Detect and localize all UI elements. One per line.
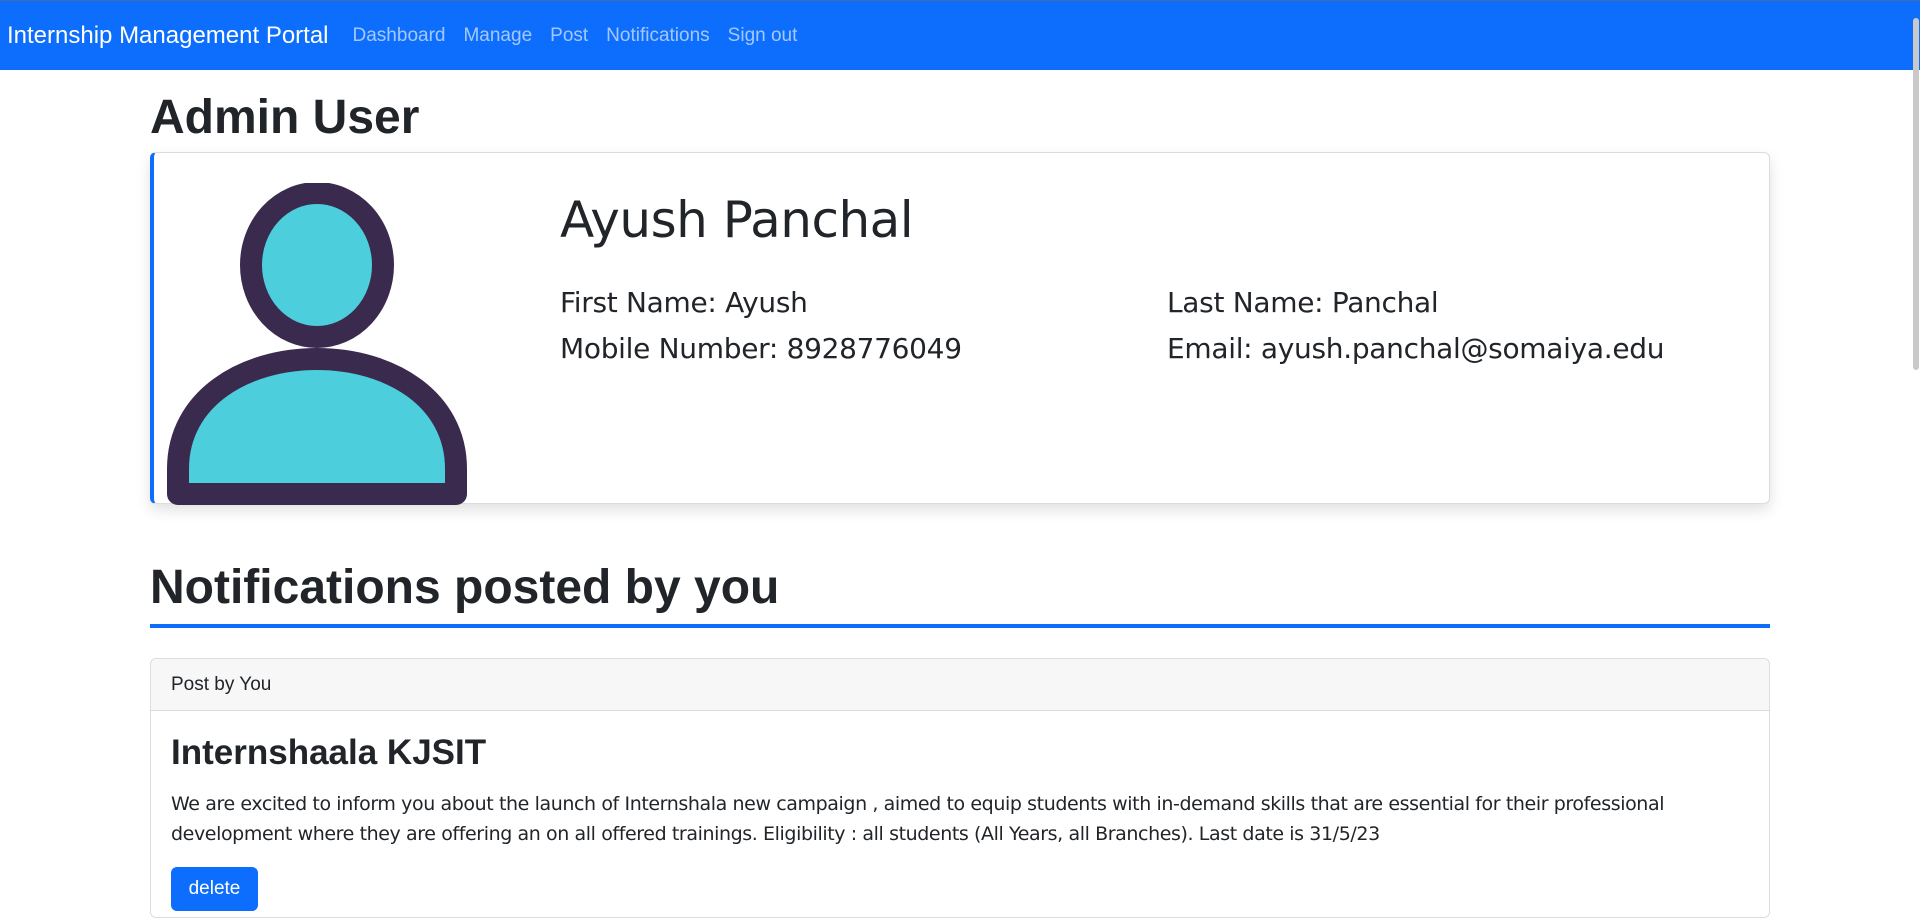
page-title: Admin User: [150, 91, 420, 144]
nav-sign-out[interactable]: Sign out: [728, 25, 798, 47]
top-navbar: Internship Management Portal Dashboard M…: [0, 0, 1920, 70]
nav-manage[interactable]: Manage: [463, 25, 532, 47]
nav-links: Dashboard Manage Post Notifications Sign…: [353, 25, 816, 47]
notification-card: Post by You Internshaala KJSIT We are ex…: [150, 658, 1770, 918]
profile-card: Ayush Panchal First Name: Ayush Last Nam…: [150, 152, 1770, 505]
user-icon: [167, 183, 467, 505]
nav-notifications[interactable]: Notifications: [606, 25, 710, 47]
page-scrollbar[interactable]: [1913, 18, 1919, 370]
first-name-field: First Name: Ayush: [560, 286, 808, 319]
notification-card-header: Post by You: [151, 659, 1769, 711]
nav-dashboard[interactable]: Dashboard: [353, 25, 446, 47]
email-field: Email: ayush.panchal@somaiya.edu: [1167, 332, 1665, 365]
profile-name: Ayush Panchal: [560, 191, 914, 249]
notification-text: We are excited to inform you about the l…: [171, 793, 1665, 845]
brand-link[interactable]: Internship Management Portal: [7, 22, 329, 50]
main-content: Admin User Ayush Panchal First Name: Ayu…: [150, 70, 1770, 918]
delete-button[interactable]: delete: [171, 867, 258, 911]
mobile-number-field: Mobile Number: 8928776049: [560, 332, 962, 365]
notification-title: Internshaala KJSIT: [171, 733, 487, 772]
last-name-field: Last Name: Panchal: [1167, 286, 1439, 319]
nav-post[interactable]: Post: [550, 25, 588, 47]
notification-card-body: Internshaala KJSIT We are excited to inf…: [151, 711, 1769, 917]
notifications-heading: Notifications posted by you: [150, 564, 1770, 628]
